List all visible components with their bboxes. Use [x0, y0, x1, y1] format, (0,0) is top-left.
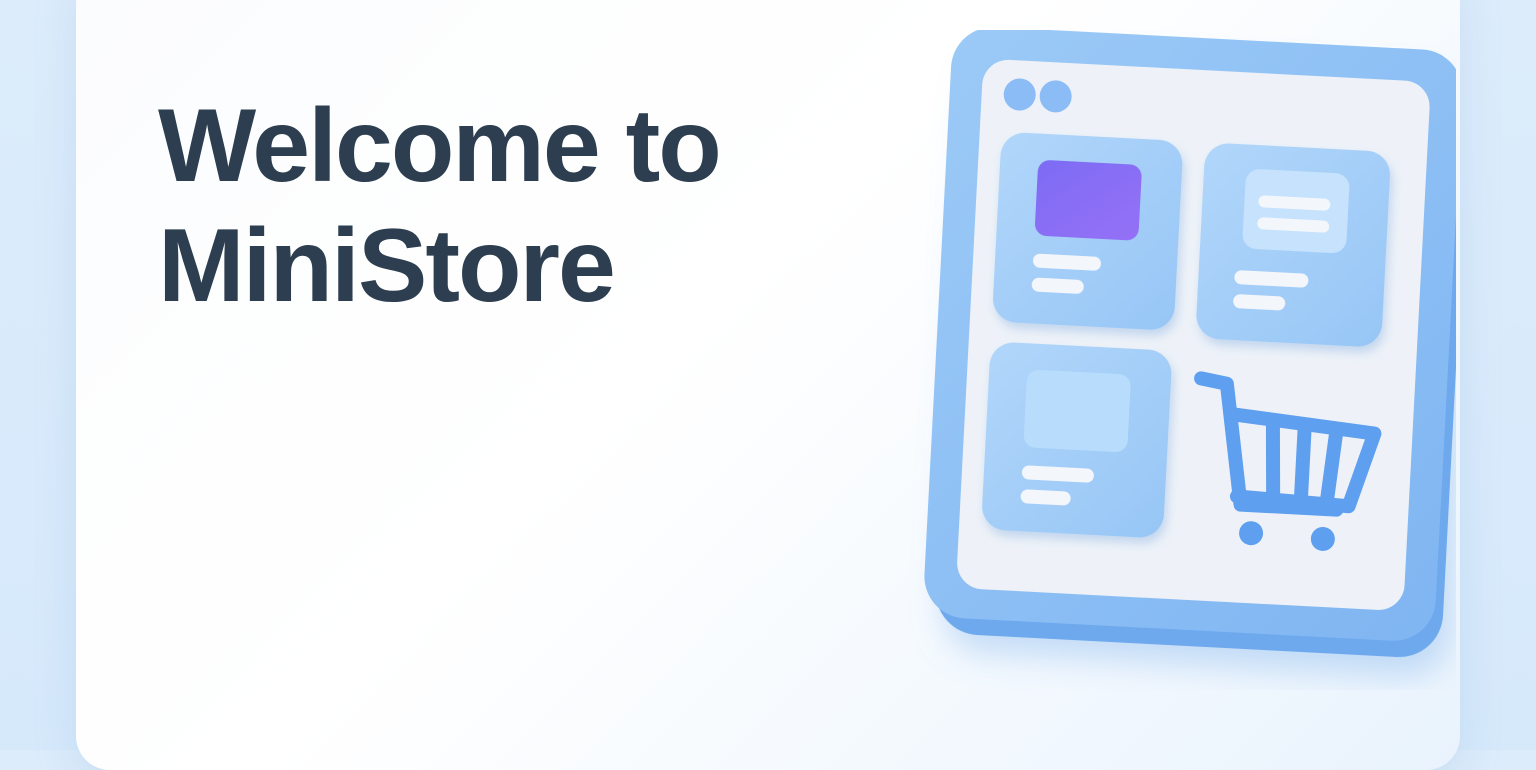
- product-tile-text-icon: [1196, 143, 1390, 347]
- page-title: Welcome to MiniStore: [158, 86, 722, 326]
- storefront-illustration-svg: [924, 30, 1456, 658]
- storefront-window-illustration: [856, 30, 1456, 690]
- product-tile-image-icon: [993, 132, 1183, 330]
- title-line-1: Welcome to: [158, 88, 722, 204]
- welcome-card: Welcome to MiniStore: [76, 0, 1460, 770]
- product-tile-photo-icon: [982, 342, 1172, 538]
- title-line-2: MiniStore: [158, 208, 616, 324]
